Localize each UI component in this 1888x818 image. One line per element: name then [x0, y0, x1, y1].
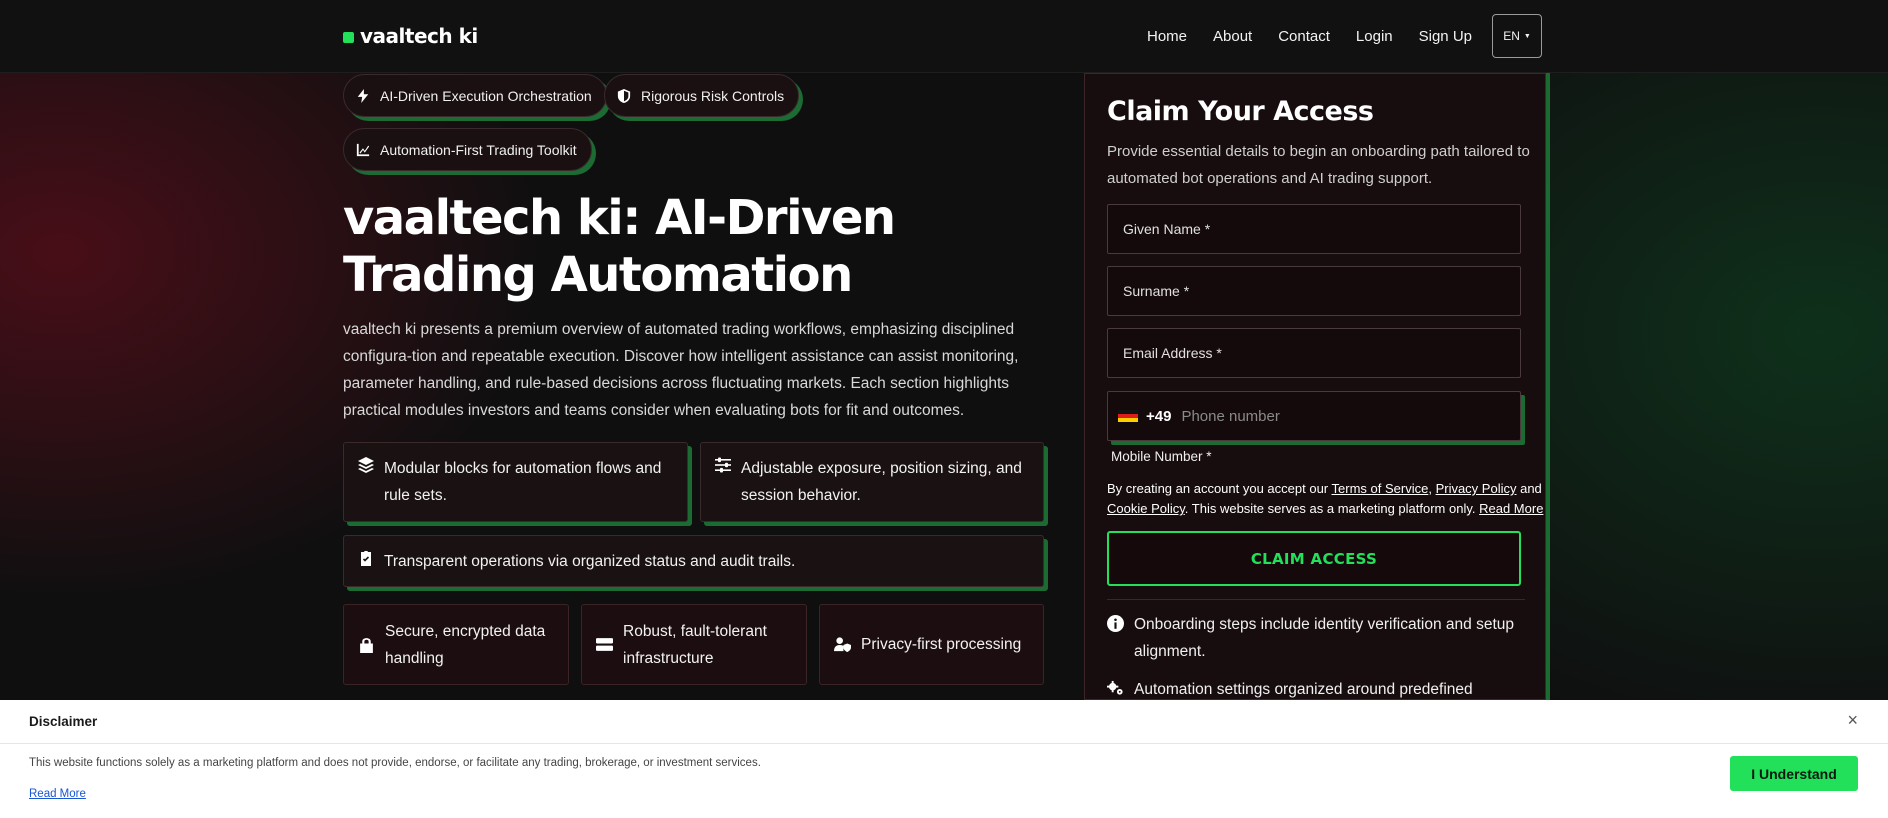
signup-card: Claim Your Access Provide essential deta…	[1084, 73, 1546, 700]
nav-about[interactable]: About	[1213, 28, 1252, 45]
server-icon	[596, 638, 613, 651]
given-name-field[interactable]: Given Name *	[1107, 204, 1521, 254]
brand-logo[interactable]: vaaltech ki	[343, 24, 478, 48]
read-more-link[interactable]: Read More	[1479, 501, 1543, 516]
brand-name: vaaltech ki	[360, 24, 478, 48]
badge-privacy: Privacy-first processing	[819, 604, 1044, 685]
nav-signup[interactable]: Sign Up	[1419, 28, 1472, 45]
logo-mark-icon	[343, 31, 354, 43]
chip-execution: AI-Driven Execution Orchestration	[343, 74, 607, 117]
info-icon	[1107, 615, 1124, 632]
i-understand-button[interactable]: I Understand	[1730, 756, 1858, 791]
shield-icon	[617, 88, 631, 103]
badge-infrastructure: Robust, fault-tolerant infrastructure	[581, 604, 807, 685]
chevron-down-icon: ▼	[1523, 32, 1531, 40]
layers-icon	[358, 457, 374, 473]
phone-field[interactable]: +49 Phone number	[1107, 391, 1521, 441]
clipboard-check-icon	[361, 550, 371, 566]
privacy-link[interactable]: Privacy Policy	[1436, 481, 1517, 496]
email-label: Email Address *	[1123, 345, 1222, 361]
email-field[interactable]: Email Address *	[1107, 328, 1521, 378]
form-divider	[1107, 599, 1525, 600]
info-label: Automation settings organized around pre…	[1134, 681, 1473, 698]
form-subtitle: Provide essential details to begin an on…	[1107, 143, 1530, 187]
dial-code: +49	[1146, 407, 1172, 425]
surname-field[interactable]: Surname *	[1107, 266, 1521, 316]
bolt-icon	[357, 88, 369, 103]
chip-toolkit: Automation-First Trading Toolkit	[343, 128, 592, 171]
feature-card-transparent: Transparent operations via organized sta…	[343, 535, 1044, 587]
disclaimer-read-more-link[interactable]: Read More	[29, 788, 86, 800]
info-row-automation: Automation settings organized around pre…	[1107, 676, 1527, 703]
user-shield-icon	[834, 637, 851, 653]
chip-label: Rigorous Risk Controls	[641, 87, 785, 104]
badge-label: Secure, encrypted data handling	[385, 622, 546, 667]
legal-notice: By creating an account you accept our Te…	[1107, 481, 1544, 516]
main-nav: Home About Contact Login Sign Up EN ▼	[1121, 14, 1542, 58]
form-title: Claim Your Access	[1107, 96, 1374, 127]
feature-card-exposure: Adjustable exposure, position sizing, an…	[700, 442, 1044, 522]
language-code: EN	[1503, 29, 1520, 43]
legal-and: and	[1516, 481, 1542, 496]
mobile-number-label: Mobile Number *	[1111, 449, 1212, 464]
info-label: Onboarding steps include identity verifi…	[1134, 616, 1514, 660]
close-icon[interactable]: ×	[1847, 710, 1858, 731]
disclaimer-banner: Disclaimer × This website functions sole…	[0, 700, 1888, 818]
feature-label: Adjustable exposure, position sizing, an…	[741, 460, 1022, 504]
chart-line-icon	[356, 143, 370, 156]
given-name-label: Given Name *	[1123, 221, 1211, 237]
feature-label: Transparent operations via organized sta…	[384, 553, 796, 570]
surname-label: Surname *	[1123, 283, 1190, 299]
badge-label: Privacy-first processing	[861, 636, 1022, 653]
nav-home[interactable]: Home	[1147, 28, 1187, 45]
top-navbar: vaaltech ki Home About Contact Login Sig…	[0, 0, 1888, 73]
feature-card-modular: Modular blocks for automation flows and …	[343, 442, 688, 522]
chip-risk: Rigorous Risk Controls	[604, 74, 800, 117]
badge-secure: Secure, encrypted data handling	[343, 604, 569, 685]
disclaimer-divider	[0, 743, 1888, 744]
disclaimer-text: This website functions solely as a marke…	[29, 757, 761, 769]
gears-icon	[1107, 680, 1123, 695]
disclaimer-title: Disclaimer	[29, 714, 98, 729]
feature-label: Modular blocks for automation flows and …	[384, 460, 662, 504]
legal-suffix: . This website serves as a marketing pla…	[1184, 501, 1480, 516]
sliders-icon	[715, 457, 731, 473]
chip-label: Automation-First Trading Toolkit	[380, 141, 577, 158]
claim-access-button[interactable]: CLAIM ACCESS	[1107, 531, 1521, 586]
cookie-link[interactable]: Cookie Policy	[1107, 501, 1185, 516]
hero-title: vaaltech ki: AI-Driven Trading Automatio…	[343, 190, 896, 303]
language-selector[interactable]: EN ▼	[1492, 14, 1542, 58]
nav-contact[interactable]: Contact	[1278, 28, 1330, 45]
legal-prefix: By creating an account you accept our	[1107, 481, 1332, 496]
badge-label: Robust, fault-tolerant infrastructure	[623, 622, 767, 667]
hero-description: vaaltech ki presents a premium overview …	[343, 321, 1019, 419]
info-row-onboarding: Onboarding steps include identity verifi…	[1107, 611, 1527, 665]
chip-label: AI-Driven Execution Orchestration	[380, 87, 592, 104]
lock-icon	[360, 638, 373, 653]
nav-login[interactable]: Login	[1356, 28, 1393, 45]
terms-link[interactable]: Terms of Service	[1332, 481, 1429, 496]
phone-input[interactable]: Phone number	[1181, 408, 1279, 425]
germany-flag-icon[interactable]	[1118, 409, 1138, 423]
